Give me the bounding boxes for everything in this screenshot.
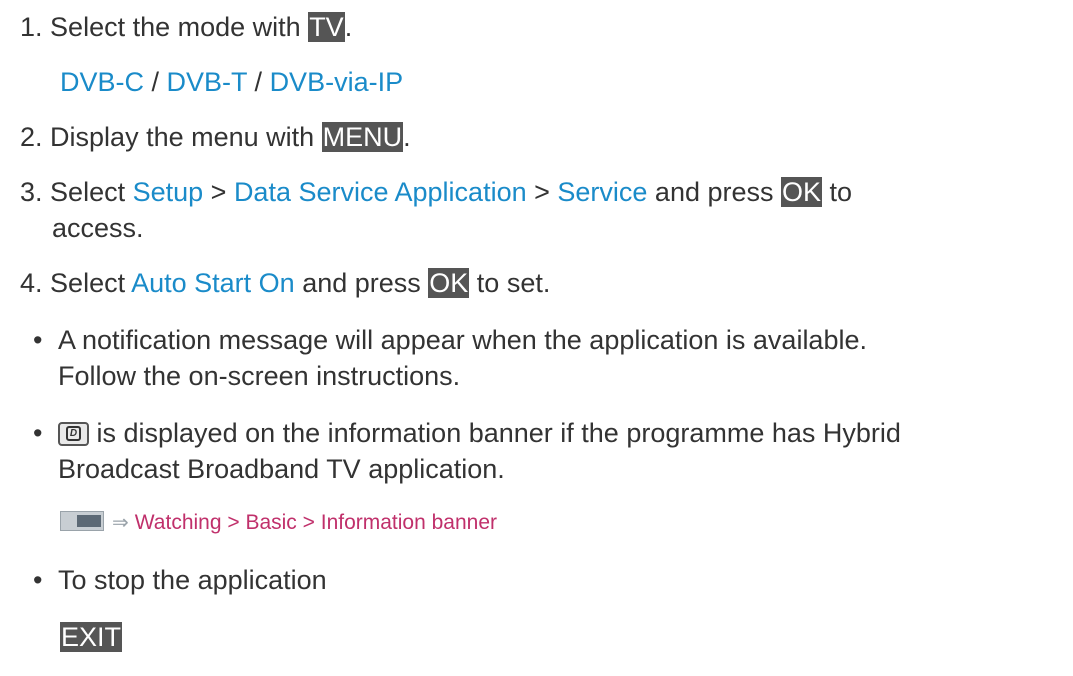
tv-key: TV [308,12,345,42]
separator: > [526,177,558,207]
bullet-marker: • [33,325,43,355]
option-auto-start-on: Auto Start On [131,268,295,298]
bullet-marker: • [33,418,43,448]
note-text: Follow the on-screen instructions. [58,361,461,391]
reference-link[interactable]: ⇒ Watching > Basic > Information banner [60,509,497,537]
exit-key: EXIT [60,622,123,652]
separator: / [144,67,167,97]
mode-dvb-t: DVB-T [166,67,248,97]
step-number: 2. [20,122,43,152]
step-3-continued: access. [52,211,144,245]
bullet-2-line-2: Broadcast Broadband TV application. [58,452,505,486]
step-text: to set. [469,268,551,298]
mode-dvb-c: DVB-C [60,67,145,97]
note-text: is displayed on the information banner i… [89,418,901,448]
bullet-1-line-1: A notification message will appear when … [58,323,867,357]
separator: / [247,67,270,97]
step-number: 1. [20,12,43,42]
d-data-icon: D [58,422,89,446]
bullet-marker: • [33,565,43,595]
step-1: 1. Select the mode with TV. [20,10,352,44]
step-2: 2. Display the menu with MENU. [20,120,411,154]
note-text: To stop the application [58,565,327,595]
ok-key: OK [781,177,823,207]
step-text: to [822,177,853,207]
step-text: Select the mode with [50,12,309,42]
step-3: 3. Select Setup > Data Service Applicati… [20,175,852,209]
bullet-2-line-1: D is displayed on the information banner… [58,416,901,450]
step-4: 4. Select Auto Start On and press OK to … [20,266,550,300]
step-text: Select [50,268,132,298]
note-text: A notification message will appear when … [58,325,867,355]
mode-dvb-via-ip: DVB-via-IP [269,67,404,97]
step-punct: . [344,12,353,42]
bullet-1-line-2: Follow the on-screen instructions. [58,359,460,393]
instruction-page: 1. Select the mode with TV. DVB-C / DVB-… [0,0,1073,676]
step-number: 4. [20,268,43,298]
step-number: 3. [20,177,43,207]
menu-setup: Setup [132,177,204,207]
separator: > [203,177,234,207]
step-text: and press [294,268,429,298]
ok-key: OK [428,268,470,298]
step-punct: . [403,122,411,152]
step-text: access. [52,213,144,243]
reference-path[interactable]: Watching > Basic > Information banner [135,511,497,534]
step-text: Select [50,177,133,207]
icon-letter: D [66,426,81,441]
step-text: and press [647,177,781,207]
bullet-3: To stop the application [58,563,327,597]
note-text: Broadcast Broadband TV application. [58,454,505,484]
menu-data-service-application: Data Service Application [233,177,527,207]
menu-screen-icon [60,511,108,533]
menu-service: Service [557,177,648,207]
menu-key: MENU [321,122,404,152]
exit-key-line: EXIT [60,620,123,654]
arrow-right-icon: ⇒ [112,512,129,534]
mode-options: DVB-C / DVB-T / DVB-via-IP [60,65,403,99]
step-text: Display the menu with [50,122,322,152]
